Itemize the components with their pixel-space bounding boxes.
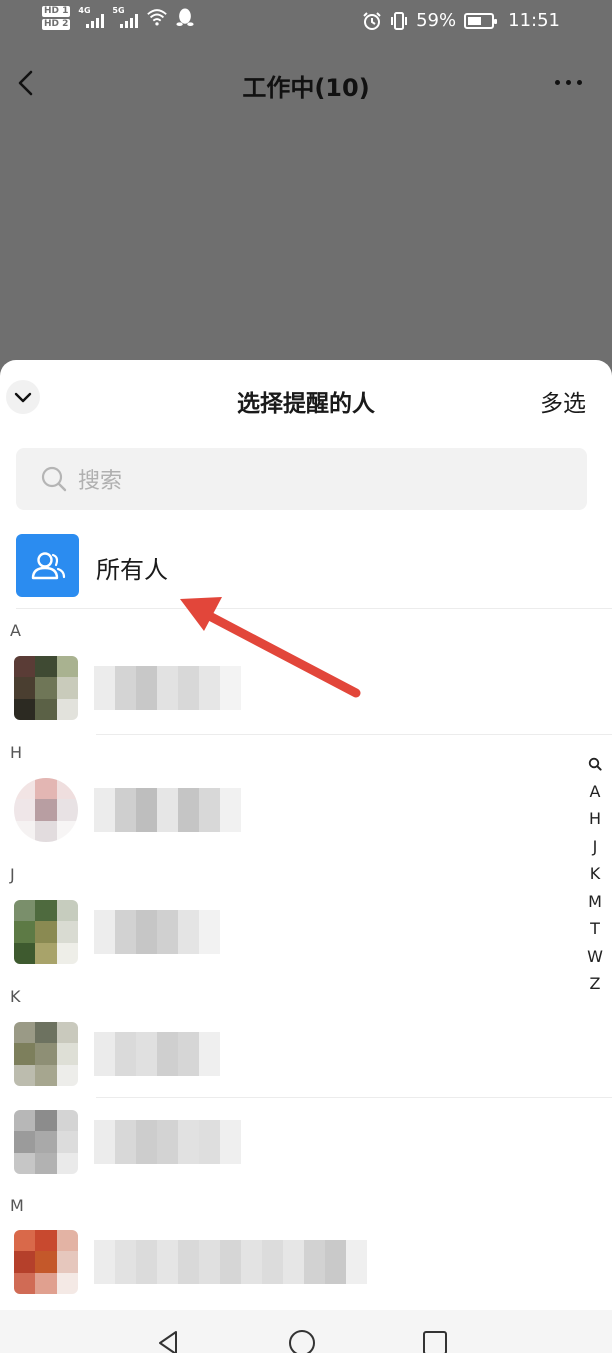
status-bar-left: HD 1 HD 2 4G 5G [42, 6, 194, 30]
sim2-badge: HD 2 [42, 19, 71, 30]
triangle-back-icon[interactable] [154, 1328, 184, 1353]
index-letter[interactable]: K [590, 860, 601, 888]
avatar [14, 1022, 78, 1086]
alphabet-index[interactable]: A H J K M T W Z [583, 750, 607, 998]
battery-percent: 59% [416, 10, 457, 31]
avatar [14, 778, 78, 842]
circle-home-icon[interactable] [287, 1328, 317, 1353]
net1-label: 4G [78, 6, 91, 15]
blurred-name [94, 1032, 220, 1076]
blurred-name [94, 788, 241, 832]
top-bar: 工作中(10) [0, 56, 612, 110]
section-letter-m: M [10, 1196, 24, 1215]
index-letter[interactable]: Z [590, 970, 601, 998]
multi-select-button[interactable]: 多选 [540, 384, 586, 418]
net2-label: 5G [112, 6, 125, 15]
signal-4g-icon: 4G [78, 6, 105, 28]
index-letter[interactable]: J [593, 833, 598, 861]
section-letter-j: J [10, 865, 15, 884]
search-input[interactable]: 搜索 [16, 448, 587, 510]
index-letter[interactable]: A [590, 778, 601, 806]
sim1-badge: HD 1 [42, 6, 71, 17]
system-nav-bar [0, 1310, 612, 1353]
signal-5g-icon: 5G [112, 6, 139, 28]
section-letter-a: A [10, 621, 21, 640]
sheet-title: 选择提醒的人 [237, 391, 375, 417]
vibrate-icon [391, 11, 408, 30]
avatar [14, 900, 78, 964]
contact-row[interactable] [14, 778, 534, 844]
index-letter[interactable]: W [587, 943, 603, 971]
page-title: 工作中(10) [242, 74, 370, 102]
wifi-icon [147, 9, 168, 26]
index-letter[interactable]: H [589, 805, 601, 833]
annotation-arrow [180, 597, 361, 698]
index-letter[interactable]: M [588, 888, 602, 916]
status-bar: HD 1 HD 2 4G 5G 59% 11:51 [0, 0, 612, 46]
qq-penguin-icon [176, 8, 194, 26]
index-letter[interactable]: T [590, 915, 600, 943]
avatar [14, 1110, 78, 1174]
section-letter-h: H [10, 743, 23, 762]
divider [96, 1097, 612, 1098]
avatar [14, 1230, 78, 1294]
search-icon [41, 466, 67, 492]
clock: 11:51 [508, 10, 560, 31]
blurred-name [94, 1120, 241, 1164]
group-icon [16, 534, 79, 597]
avatar [14, 656, 78, 720]
blurred-name [94, 910, 220, 954]
blurred-name [94, 1240, 367, 1284]
divider [96, 734, 612, 735]
alarm-icon [363, 11, 381, 30]
battery-icon [464, 12, 498, 29]
search-placeholder: 搜索 [78, 469, 123, 494]
contact-row[interactable] [14, 900, 534, 966]
contact-row[interactable] [14, 1110, 534, 1176]
sim-indicators: HD 1 HD 2 [42, 6, 71, 30]
sheet-header: 选择提醒的人 多选 [0, 360, 612, 440]
everyone-label: 所有人 [96, 556, 168, 584]
status-bar-right: 59% 11:51 [362, 10, 560, 31]
remind-picker-sheet: 选择提醒的人 多选 搜索 所有人 A H J K M A H J K M T W… [0, 360, 612, 1310]
section-letter-k: K [10, 987, 21, 1006]
contact-row[interactable] [14, 1230, 484, 1296]
square-recents-icon[interactable] [420, 1328, 450, 1353]
more-icon[interactable] [555, 80, 582, 85]
contact-row[interactable] [14, 1022, 534, 1088]
search-icon[interactable] [588, 750, 602, 778]
